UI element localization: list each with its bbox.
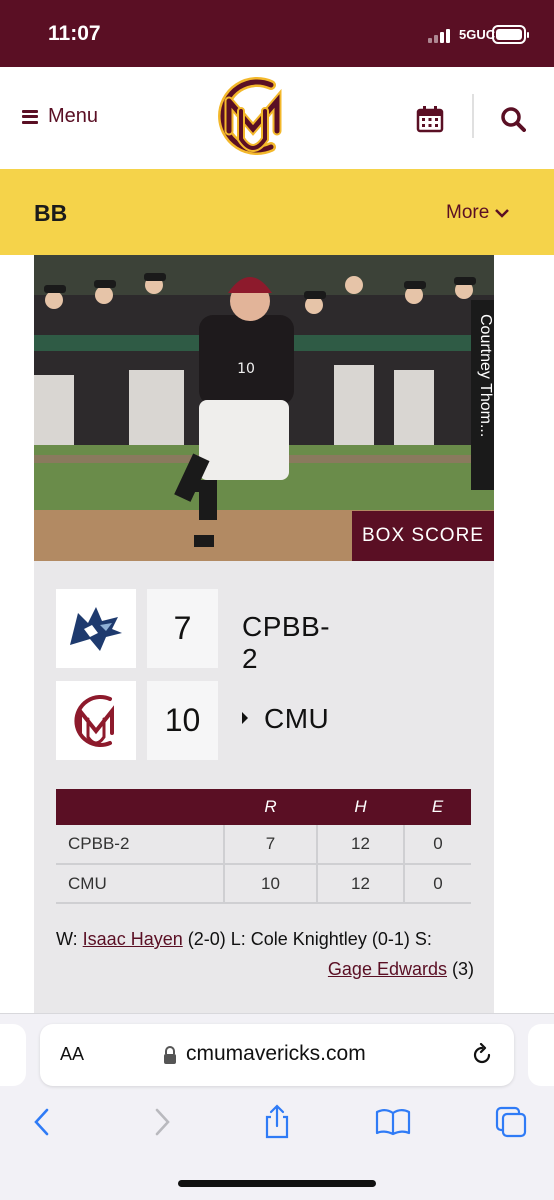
previous-tab-edge[interactable] — [0, 1024, 26, 1086]
bookmarks-button[interactable] — [373, 1102, 413, 1142]
status-time: 11:07 — [48, 22, 101, 45]
forward-button[interactable] — [142, 1102, 182, 1142]
svg-text:10: 10 — [237, 361, 255, 377]
linescore-header-row: R H E — [56, 789, 471, 825]
menu-button[interactable]: Menu — [22, 105, 98, 128]
reload-icon[interactable] — [470, 1043, 494, 1067]
linescore-header-runs: R — [224, 789, 317, 825]
photo-credit: Courtney Thom... — [471, 300, 494, 490]
linescore-team: CMU — [56, 864, 224, 904]
table-row: CPBB-2 7 12 0 — [56, 825, 471, 865]
linescore-team: CPBB-2 — [56, 825, 224, 865]
menu-label: Menu — [48, 105, 99, 127]
back-button[interactable] — [22, 1102, 62, 1142]
url-text[interactable]: cmumavericks.com — [186, 1042, 366, 1066]
team-score-home: 10 — [147, 681, 218, 760]
calendar-icon[interactable] — [416, 105, 444, 133]
linescore-errors: 0 — [403, 864, 471, 904]
text-size-button[interactable]: AA — [60, 1044, 84, 1065]
address-bar[interactable]: AA cmumavericks.com — [40, 1024, 514, 1086]
team-score-away: 7 — [147, 589, 218, 668]
score-card: 7 CPBB-2 10 CMU R H E CPBB-2 7 12 0 CMU … — [34, 561, 494, 1013]
section-bar: BB More — [0, 169, 554, 255]
team-logo-away — [56, 589, 136, 668]
table-row: CMU 10 12 0 — [56, 864, 471, 904]
win-label: W: — [56, 929, 83, 949]
browser-toolbar: AA cmumavericks.com — [0, 1013, 554, 1200]
cmu-small-logo-icon — [74, 695, 114, 747]
battery-icon — [492, 25, 529, 44]
signal-icon — [428, 29, 450, 43]
tabs-icon — [495, 1106, 527, 1138]
network-label: 5GUC — [459, 27, 496, 42]
section-title: BB — [34, 200, 68, 226]
linescore-hits: 12 — [316, 864, 404, 904]
winner-indicator-icon — [242, 712, 248, 724]
team-logo-home — [56, 681, 136, 760]
lock-icon — [164, 1046, 176, 1064]
team-name-away[interactable]: CPBB-2 — [242, 611, 330, 675]
next-tab-edge[interactable] — [528, 1024, 554, 1086]
hamburger-icon — [22, 109, 38, 124]
save-record: (3) — [447, 959, 474, 979]
share-button[interactable] — [257, 1102, 297, 1142]
winning-pitcher-link[interactable]: Isaac Hayen — [83, 929, 183, 949]
save-pitcher-link[interactable]: Gage Edwards — [328, 959, 447, 979]
pitching-decisions: W: Isaac Hayen (2-0) L: Cole Knightley (… — [56, 924, 474, 984]
forward-chevron-icon — [155, 1108, 170, 1136]
linescore-runs: 7 — [223, 825, 317, 865]
share-icon — [265, 1104, 289, 1139]
book-icon — [375, 1109, 411, 1136]
more-label: More — [446, 202, 490, 223]
tabs-button[interactable] — [491, 1102, 531, 1142]
wolf-logo-icon — [70, 607, 122, 651]
cmu-logo[interactable] — [209, 71, 297, 161]
home-indicator[interactable] — [178, 1180, 376, 1187]
more-dropdown[interactable]: More — [446, 202, 510, 224]
box-score-button[interactable]: BOX SCORE — [352, 511, 494, 561]
linescore-header-errors: E — [404, 789, 471, 825]
decision-mid-text: (2-0) L: Cole Knightley (0-1) S: — [182, 929, 432, 949]
linescore-hits: 12 — [316, 825, 404, 865]
linescore-table: R H E CPBB-2 7 12 0 CMU 10 12 0 — [56, 789, 471, 904]
linescore-errors: 0 — [403, 825, 471, 865]
linescore-header-hits: H — [317, 789, 404, 825]
browser-nav-buttons — [0, 1102, 554, 1152]
search-icon[interactable] — [500, 106, 526, 132]
site-header: Menu — [0, 67, 554, 169]
team-name-home[interactable]: CMU — [264, 703, 329, 735]
linescore-header-team — [56, 789, 224, 825]
chevron-down-icon — [495, 209, 510, 218]
linescore-runs: 10 — [223, 864, 317, 904]
status-bar: 11:07 5GUC — [0, 0, 554, 67]
back-chevron-icon — [34, 1108, 49, 1136]
header-divider — [472, 94, 474, 138]
